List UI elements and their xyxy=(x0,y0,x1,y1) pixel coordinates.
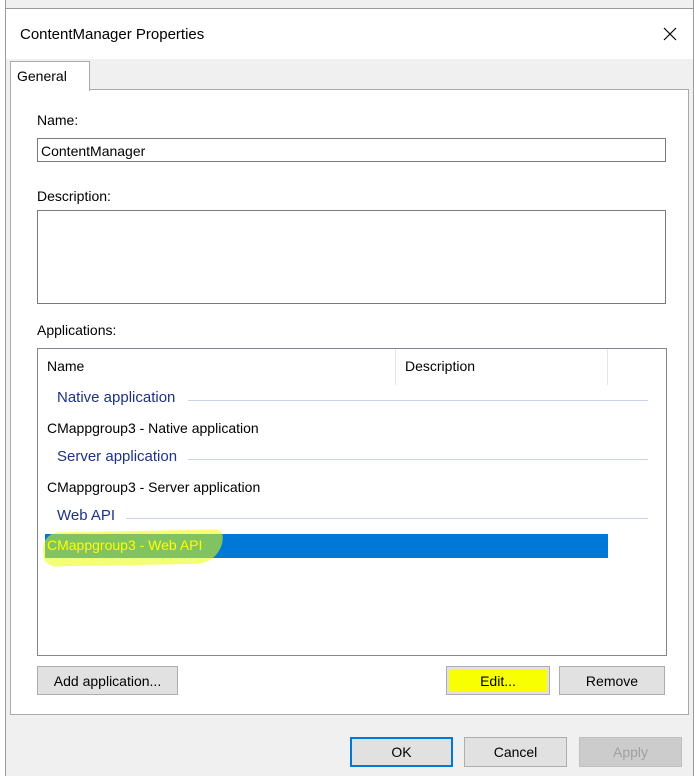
window-title: ContentManager Properties xyxy=(20,26,205,43)
group-header-server[interactable]: Server application xyxy=(38,448,666,470)
properties-dialog: ContentManager Properties General Name: … xyxy=(5,0,694,776)
applications-list[interactable]: Name Description Native application CMap… xyxy=(37,348,667,656)
description-field[interactable] xyxy=(37,210,666,304)
ok-button[interactable]: OK xyxy=(350,737,453,767)
tab-panel-general: Name: ContentManager Description: Applic… xyxy=(10,89,689,715)
add-application-button[interactable]: Add application... xyxy=(37,666,178,695)
group-divider xyxy=(188,459,648,460)
selected-item-label: CMappgroup3 - Web API xyxy=(47,537,203,553)
apply-label: Apply xyxy=(612,744,649,760)
cancel-label: Cancel xyxy=(493,744,538,760)
list-item[interactable]: CMappgroup3 - Server application xyxy=(47,479,260,495)
remove-label: Remove xyxy=(585,672,639,689)
column-header-description[interactable]: Description xyxy=(396,349,608,385)
tab-general[interactable]: General xyxy=(10,61,90,91)
list-header: Name Description xyxy=(38,349,666,385)
apply-button[interactable]: Apply xyxy=(579,737,682,767)
ok-label: OK xyxy=(391,744,412,760)
group-header-native[interactable]: Native application xyxy=(38,389,666,411)
edit-button[interactable]: Edit... xyxy=(446,666,550,695)
group-title: Web API xyxy=(57,507,122,524)
list-item-selected[interactable]: CMappgroup3 - Web API xyxy=(42,529,608,567)
cancel-button[interactable]: Cancel xyxy=(464,737,567,767)
name-label: Name: xyxy=(37,112,79,128)
close-button[interactable] xyxy=(647,9,693,59)
group-title: Native application xyxy=(57,389,182,406)
tab-strip: General xyxy=(6,59,693,91)
name-field[interactable]: ContentManager xyxy=(37,138,666,162)
applications-label: Applications: xyxy=(37,322,117,338)
group-title: Server application xyxy=(57,448,184,465)
column-header-name[interactable]: Name xyxy=(38,349,396,385)
description-label: Description: xyxy=(37,188,111,204)
remove-button[interactable]: Remove xyxy=(559,666,665,695)
group-header-web-api[interactable]: Web API xyxy=(38,507,666,529)
title-bar: ContentManager Properties xyxy=(6,9,693,59)
group-divider xyxy=(188,400,648,401)
list-item[interactable]: CMappgroup3 - Native application xyxy=(47,420,259,436)
group-divider xyxy=(126,518,648,519)
close-icon xyxy=(663,27,677,41)
edit-label: Edit... xyxy=(480,672,516,689)
add-application-label: Add application... xyxy=(53,672,162,689)
